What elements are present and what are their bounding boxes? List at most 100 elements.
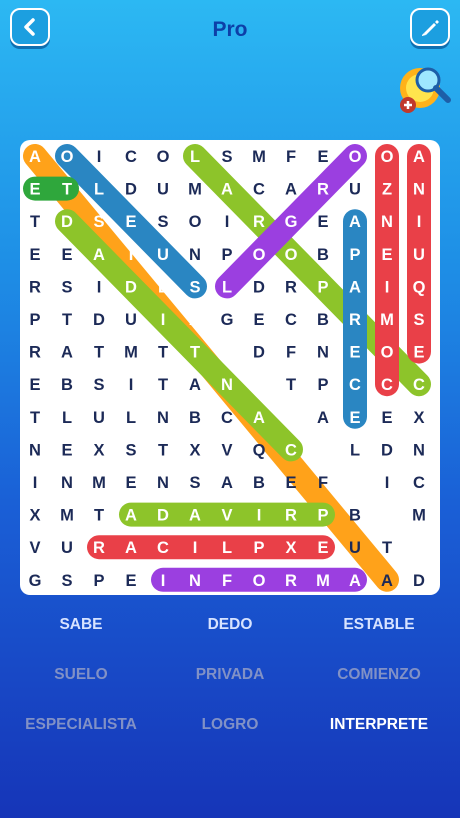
grid-letter[interactable]: R bbox=[285, 572, 297, 590]
grid-letter[interactable]: I bbox=[417, 213, 422, 231]
grid-letter[interactable]: P bbox=[317, 507, 328, 525]
grid-letter[interactable]: O bbox=[253, 246, 266, 264]
grid-letter[interactable]: N bbox=[157, 409, 169, 427]
grid-letter[interactable]: T bbox=[158, 441, 168, 459]
grid-letter[interactable]: O bbox=[285, 246, 298, 264]
grid-letter[interactable]: E bbox=[285, 409, 296, 427]
grid-letter[interactable]: C bbox=[381, 376, 393, 394]
grid-letter[interactable]: N bbox=[189, 572, 201, 590]
grid-letter[interactable]: L bbox=[126, 409, 136, 427]
grid-letter[interactable]: D bbox=[93, 311, 105, 329]
grid-letter[interactable]: A bbox=[349, 278, 361, 296]
grid-letter[interactable]: E bbox=[317, 539, 328, 557]
hint-button[interactable] bbox=[398, 62, 458, 118]
grid-letter[interactable]: I bbox=[161, 572, 166, 590]
grid-letter[interactable]: C bbox=[285, 441, 297, 459]
grid-letter[interactable]: D bbox=[61, 213, 73, 231]
grid-letter[interactable]: Q bbox=[253, 441, 266, 459]
grid-letter[interactable]: D bbox=[253, 278, 265, 296]
grid-letter[interactable]: N bbox=[381, 213, 393, 231]
grid-letter[interactable]: C bbox=[157, 539, 169, 557]
grid-letter[interactable]: X bbox=[413, 409, 424, 427]
grid-letter[interactable]: V bbox=[29, 539, 40, 557]
grid-letter[interactable]: T bbox=[62, 311, 72, 329]
grid-letter[interactable]: U bbox=[93, 409, 105, 427]
grid-letter[interactable]: N bbox=[317, 344, 329, 362]
grid-letter[interactable]: P bbox=[29, 311, 40, 329]
grid-letter[interactable]: S bbox=[93, 213, 104, 231]
grid-letter[interactable]: I bbox=[97, 148, 102, 166]
grid-letter[interactable]: S bbox=[125, 441, 136, 459]
grid-letter[interactable]: N bbox=[157, 474, 169, 492]
grid-letter[interactable]: V bbox=[221, 507, 232, 525]
grid-letter[interactable]: S bbox=[61, 572, 72, 590]
grid-letter[interactable]: R bbox=[93, 539, 105, 557]
grid-letter[interactable]: T bbox=[382, 539, 392, 557]
grid-letter[interactable]: E bbox=[285, 474, 296, 492]
grid-letter[interactable]: T bbox=[94, 507, 104, 525]
grid-letter[interactable]: O bbox=[157, 148, 170, 166]
grid-letter[interactable]: L bbox=[222, 539, 232, 557]
grid-letter[interactable]: F bbox=[286, 344, 296, 362]
grid-letter[interactable]: B bbox=[253, 474, 265, 492]
grid-letter[interactable]: O bbox=[381, 148, 394, 166]
grid-letter[interactable]: X bbox=[29, 507, 40, 525]
grid-letter[interactable]: E bbox=[61, 441, 72, 459]
grid-letter[interactable]: E bbox=[381, 409, 392, 427]
grid-letter[interactable]: U bbox=[349, 181, 361, 199]
grid-letter[interactable]: P bbox=[349, 246, 360, 264]
grid-letter[interactable]: G bbox=[29, 572, 42, 590]
grid-letter[interactable]: P bbox=[317, 278, 328, 296]
grid-letter[interactable]: T bbox=[94, 344, 104, 362]
grid-letter[interactable]: M bbox=[92, 474, 106, 492]
grid-letter[interactable]: O bbox=[61, 148, 74, 166]
grid-letter[interactable]: R bbox=[317, 181, 329, 199]
grid-letter[interactable]: I bbox=[161, 311, 166, 329]
grid-letter[interactable]: C bbox=[253, 376, 265, 394]
grid-letter[interactable]: U bbox=[349, 539, 361, 557]
grid-letter[interactable]: M bbox=[188, 181, 202, 199]
grid-letter[interactable]: I bbox=[33, 474, 38, 492]
grid-letter[interactable]: R bbox=[253, 213, 265, 231]
grid-letter[interactable]: F bbox=[222, 572, 232, 590]
grid-letter[interactable]: E bbox=[349, 344, 360, 362]
grid-letter[interactable]: T bbox=[190, 344, 200, 362]
grid-letter[interactable]: A bbox=[125, 539, 137, 557]
grid-letter[interactable]: X bbox=[413, 539, 424, 557]
grid-letter[interactable]: I bbox=[257, 507, 262, 525]
grid-letter[interactable]: A bbox=[381, 572, 393, 590]
grid-letter[interactable]: T bbox=[30, 213, 40, 231]
grid-letter[interactable]: R bbox=[29, 344, 41, 362]
grid-letter[interactable]: A bbox=[93, 246, 105, 264]
grid-letter[interactable]: A bbox=[413, 148, 425, 166]
grid-letter[interactable]: N bbox=[61, 474, 73, 492]
grid-canvas[interactable]: A O I C O L S M F E O O AE T L D U M A C A R U Z NT D S E S O I R G E A N IE… bbox=[20, 140, 440, 595]
grid-letter[interactable]: I bbox=[385, 474, 390, 492]
grid-letter[interactable]: A bbox=[189, 376, 201, 394]
grid-letter[interactable]: R bbox=[349, 311, 361, 329]
grid-letter[interactable]: X bbox=[93, 441, 104, 459]
grid-letter[interactable]: Q bbox=[413, 278, 426, 296]
edit-button[interactable] bbox=[410, 8, 450, 46]
grid-letter[interactable]: I bbox=[97, 278, 102, 296]
grid-letter[interactable]: V bbox=[221, 441, 232, 459]
grid-letter[interactable]: C bbox=[253, 181, 265, 199]
grid-letter[interactable]: U bbox=[125, 311, 137, 329]
grid-letter[interactable]: A bbox=[253, 409, 265, 427]
grid-letter[interactable]: D bbox=[125, 278, 137, 296]
grid-letter[interactable]: O bbox=[253, 572, 266, 590]
grid-letter[interactable]: D bbox=[157, 507, 169, 525]
grid-letter[interactable]: A bbox=[221, 181, 233, 199]
grid-letter[interactable]: N bbox=[413, 181, 425, 199]
grid-letter[interactable]: I bbox=[129, 376, 134, 394]
grid-letter[interactable]: M bbox=[60, 507, 74, 525]
grid-letter[interactable]: E bbox=[317, 213, 328, 231]
grid-letter[interactable]: N bbox=[29, 441, 41, 459]
grid-letter[interactable]: N bbox=[221, 376, 233, 394]
grid-letter[interactable]: R bbox=[285, 278, 297, 296]
grid-letter[interactable]: T bbox=[286, 376, 296, 394]
grid-letter[interactable]: S bbox=[413, 311, 424, 329]
grid-letter[interactable]: N bbox=[413, 441, 425, 459]
grid-letter[interactable]: L bbox=[190, 148, 200, 166]
grid-letter[interactable]: L bbox=[350, 441, 360, 459]
